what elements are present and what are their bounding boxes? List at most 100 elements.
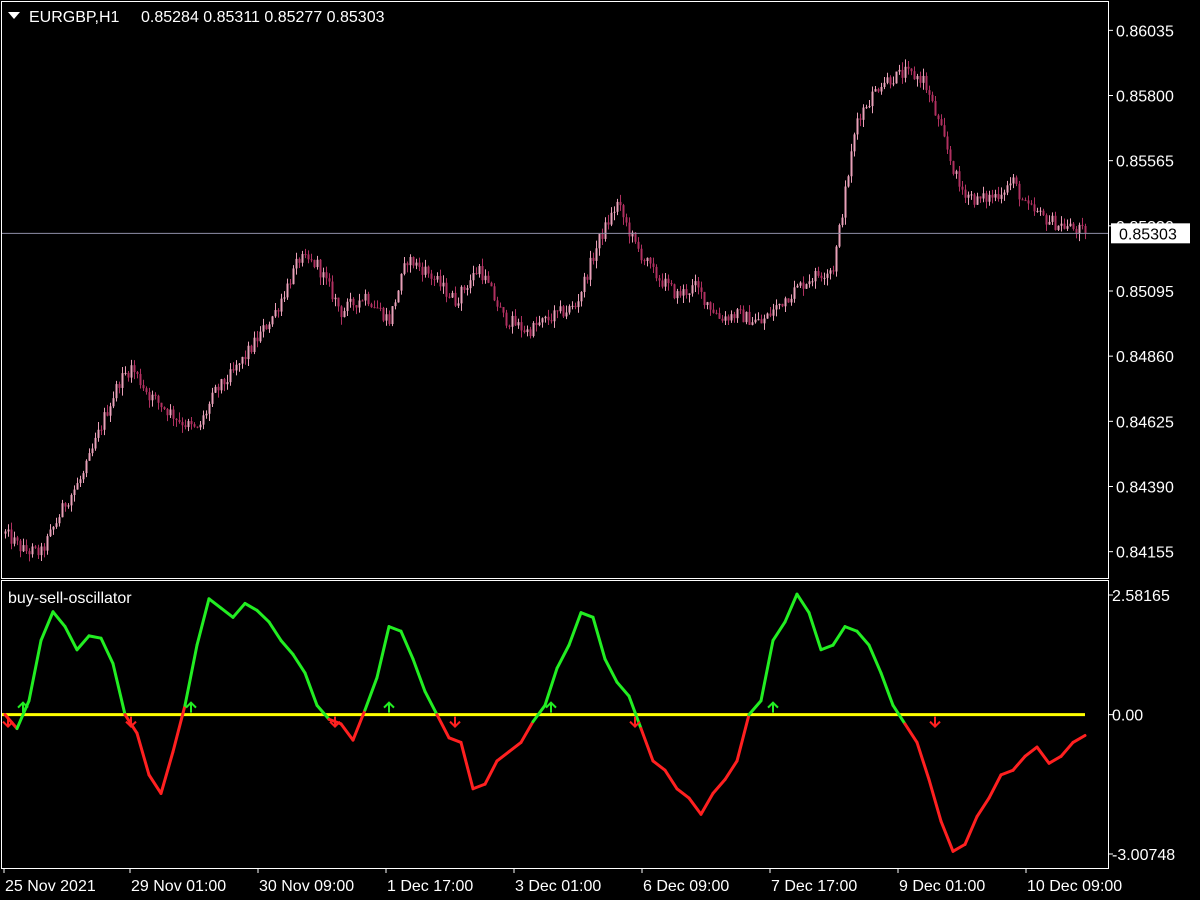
candle-body	[577, 301, 580, 308]
candle	[775, 299, 778, 317]
candle	[892, 76, 895, 87]
candle-body	[556, 310, 559, 312]
candle-body	[40, 546, 43, 556]
price-tick-label: 0.84390	[1116, 479, 1174, 496]
oscillator-segment	[1071, 733, 1087, 744]
oscillator-pane[interactable]	[2, 592, 1087, 853]
candle-body	[598, 233, 601, 249]
candle	[7, 524, 10, 537]
candle-body	[403, 263, 406, 274]
candle	[763, 314, 766, 330]
candle	[676, 288, 679, 304]
candle-body	[667, 278, 670, 284]
candle-body	[151, 394, 154, 401]
candle-body	[163, 407, 166, 409]
candle-body	[85, 460, 88, 474]
candle	[760, 314, 763, 324]
candle-body	[37, 547, 40, 556]
candle	[772, 303, 775, 321]
candle	[181, 417, 184, 433]
candle-body	[514, 315, 517, 326]
candle	[19, 539, 22, 558]
candle	[556, 310, 559, 319]
chart-canvas[interactable]: 0.860350.858000.855650.853300.850950.848…	[0, 0, 1200, 900]
candle-body	[187, 421, 190, 428]
oscillator-segment	[975, 796, 991, 819]
oscillator-segment	[375, 625, 391, 680]
candle-body	[172, 409, 175, 419]
oscillator-segment	[915, 740, 931, 782]
candle	[217, 383, 220, 398]
candle	[424, 259, 427, 278]
candle	[136, 371, 139, 379]
oscillator-segment	[639, 727, 655, 763]
candle	[784, 296, 787, 312]
candle	[895, 71, 898, 84]
candle-body	[1036, 210, 1039, 212]
candle-body	[661, 280, 664, 287]
candlestick-series	[4, 59, 1087, 562]
candle	[409, 254, 412, 273]
osc-tick-label: 0.00	[1112, 708, 1143, 725]
candle-body	[697, 281, 700, 288]
candle	[604, 217, 607, 242]
candle	[658, 274, 661, 288]
candle-body	[949, 149, 952, 162]
candle-body	[214, 386, 217, 393]
candle-body	[154, 394, 157, 396]
candle	[496, 296, 499, 312]
candle-body	[196, 426, 199, 428]
candle-body	[469, 280, 472, 289]
candle	[373, 300, 376, 309]
candle	[715, 309, 718, 315]
candle-body	[1045, 215, 1048, 225]
candle-body	[610, 212, 613, 225]
price-axis[interactable]: 0.860350.858000.855650.853300.850950.848…	[1108, 23, 1174, 562]
oscillator-segment	[87, 634, 103, 640]
candle	[463, 285, 466, 294]
candle	[445, 278, 448, 303]
candle	[103, 407, 106, 436]
time-axis[interactable]: 25 Nov 2021 29 Nov 01:00 30 Nov 09:00 1 Dec…	[3, 869, 1122, 895]
oscillator-segment	[267, 620, 283, 642]
candle-body	[643, 260, 646, 262]
candle-body	[679, 291, 682, 296]
candle	[115, 380, 118, 402]
main-price-pane[interactable]	[2, 59, 1108, 562]
candle	[601, 228, 604, 246]
candle	[862, 104, 865, 128]
candle	[439, 269, 442, 291]
candle-body	[199, 424, 202, 428]
candle-body	[139, 373, 142, 386]
oscillator-segment	[999, 768, 1015, 777]
candle	[991, 189, 994, 204]
candle-body	[448, 296, 451, 298]
candle-body	[1033, 204, 1036, 212]
oscillator-segment	[231, 601, 247, 619]
candle	[301, 250, 304, 267]
candle-body	[1006, 185, 1009, 193]
candle	[679, 285, 682, 298]
candle-body	[286, 283, 289, 298]
candle-body	[670, 283, 673, 285]
candle-body	[94, 437, 97, 449]
current-price-label: 0.85303	[1119, 226, 1177, 243]
candle-body	[541, 318, 544, 323]
candle-body	[64, 503, 67, 507]
candle-body	[361, 300, 364, 302]
candle	[907, 61, 910, 75]
candle-body	[826, 273, 829, 278]
candle	[367, 291, 370, 307]
triangle-down-icon[interactable]	[8, 12, 20, 19]
oscillator-segment	[75, 634, 91, 652]
candle-body	[553, 310, 556, 322]
candle-body	[442, 282, 445, 287]
candle-body	[451, 292, 454, 298]
candle-body	[55, 523, 58, 527]
candle-body	[13, 537, 16, 544]
candle-body	[1015, 177, 1018, 184]
price-tick-label: 0.85095	[1116, 284, 1174, 301]
candle-body	[691, 285, 694, 294]
candle-body	[157, 395, 160, 403]
candle-body	[754, 319, 757, 323]
